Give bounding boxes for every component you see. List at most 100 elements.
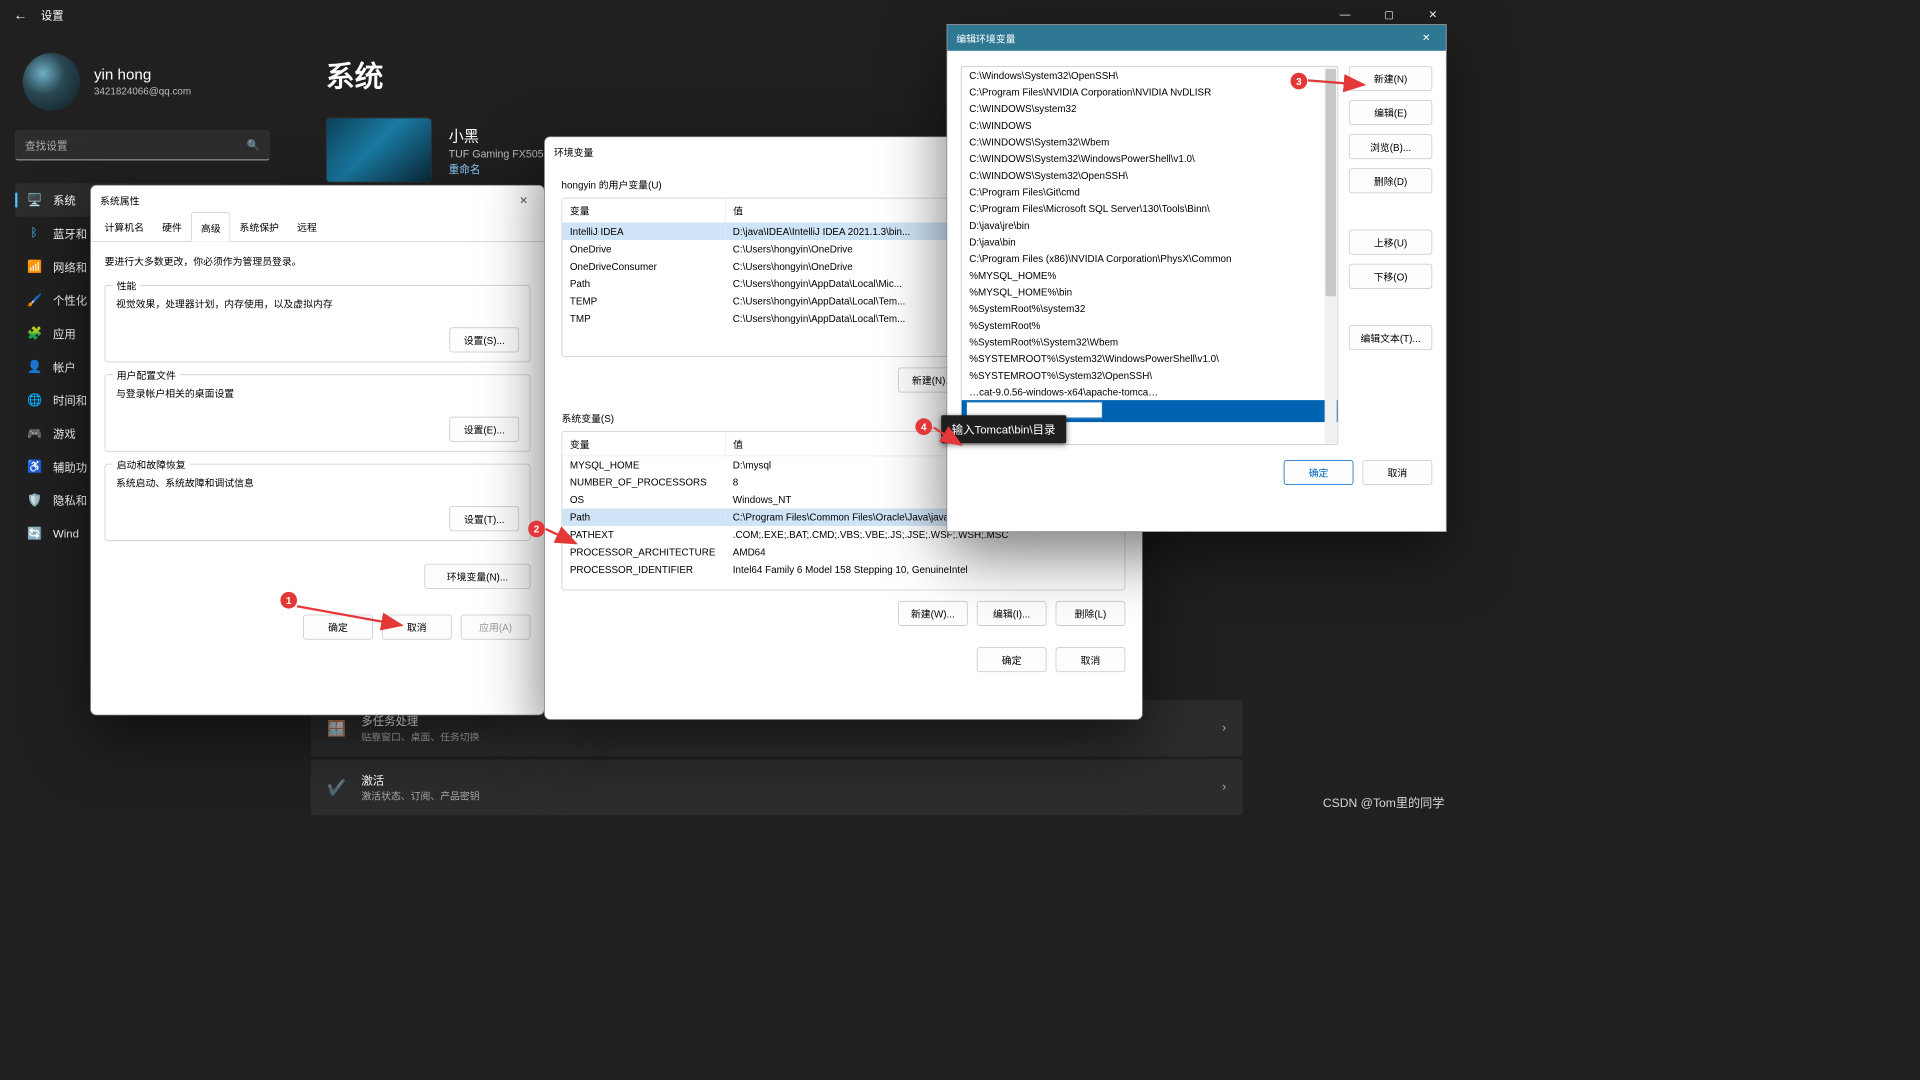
- move-up-button[interactable]: 上移(U): [1349, 230, 1432, 255]
- ok-button[interactable]: 确定: [977, 647, 1047, 672]
- perf-settings-button[interactable]: 设置(S)...: [449, 327, 519, 352]
- delete-button[interactable]: 删除(D): [1349, 168, 1432, 193]
- search-icon: 🔍: [247, 139, 260, 152]
- tab[interactable]: 远程: [288, 212, 326, 241]
- dialog-title-bar[interactable]: 编辑环境变量 ✕: [947, 25, 1446, 51]
- tab[interactable]: 硬件: [153, 212, 191, 241]
- list-item[interactable]: C:\WINDOWS\System32\OpenSSH\: [962, 167, 1338, 184]
- edit-button[interactable]: 编辑(E): [1349, 100, 1432, 125]
- list-item[interactable]: D:\java\bin: [962, 233, 1338, 250]
- list-item[interactable]: C:\Windows\System32\OpenSSH\: [962, 67, 1338, 84]
- titlebar-label: 设置: [41, 7, 64, 23]
- device-model: TUF Gaming FX505: [449, 147, 544, 159]
- close-icon[interactable]: ✕: [1416, 32, 1437, 44]
- list-item[interactable]: C:\Program Files\Git\cmd: [962, 183, 1338, 200]
- annotation-bullet-4: 4: [915, 418, 932, 435]
- nav-icon: 🖥️: [27, 192, 41, 207]
- env-vars-button[interactable]: 环境变量(N)...: [424, 564, 530, 589]
- list-item[interactable]: %MYSQL_HOME%\bin: [962, 283, 1338, 300]
- nav-label: 网络和: [53, 259, 87, 275]
- cancel-button[interactable]: 取消: [1363, 460, 1433, 485]
- nav-label: Wind: [53, 527, 79, 540]
- new-button[interactable]: 新建(N): [1349, 66, 1432, 91]
- list-item[interactable]: %SystemRoot%\System32\Wbem: [962, 333, 1338, 350]
- tab[interactable]: 计算机名: [95, 212, 153, 241]
- list-item[interactable]: …cat-9.0.56-windows-x64\apache-tomca…: [962, 383, 1338, 400]
- path-list[interactable]: C:\Windows\System32\OpenSSH\C:\Program F…: [961, 66, 1338, 445]
- list-item[interactable]: C:\WINDOWS\system32: [962, 100, 1338, 117]
- sys-edit-button[interactable]: 编辑(I)...: [977, 601, 1047, 626]
- cancel-button[interactable]: 取消: [382, 615, 452, 640]
- nav-icon: ♿: [27, 459, 41, 474]
- list-item[interactable]: %SYSTEMROOT%\System32\OpenSSH\: [962, 367, 1338, 384]
- list-item[interactable]: %SystemRoot%: [962, 317, 1338, 334]
- list-item[interactable]: C:\Program Files (x86)\NVIDIA Corporatio…: [962, 250, 1338, 267]
- nav-label: 帐户: [53, 359, 76, 375]
- list-item[interactable]: C:\Program Files\NVIDIA Corporation\NVID…: [962, 83, 1338, 100]
- group-desc: 系统启动、系统故障和调试信息: [116, 475, 519, 489]
- nav-icon: 👤: [27, 359, 41, 374]
- list-item[interactable]: C:\WINDOWS: [962, 117, 1338, 134]
- nav-label: 游戏: [53, 426, 76, 442]
- nav-icon: 🌐: [27, 393, 41, 408]
- nav-icon: 🧩: [27, 326, 41, 341]
- chevron-right-icon: ›: [1222, 721, 1226, 735]
- list-item[interactable]: C:\Program Files\Microsoft SQL Server\13…: [962, 200, 1338, 217]
- sys-new-button[interactable]: 新建(W)...: [898, 601, 968, 626]
- table-row[interactable]: PROCESSOR_IDENTIFIERIntel64 Family 6 Mod…: [562, 561, 1124, 578]
- startup-settings-button[interactable]: 设置(T)...: [449, 506, 519, 531]
- tab[interactable]: 高级: [191, 212, 230, 242]
- col-var[interactable]: 变量: [562, 432, 725, 456]
- table-row[interactable]: PROCESSOR_ARCHITECTUREAMD64: [562, 543, 1124, 560]
- ok-button[interactable]: 确定: [303, 615, 373, 640]
- apply-button[interactable]: 应用(A): [461, 615, 531, 640]
- col-var[interactable]: 变量: [562, 199, 725, 223]
- list-item[interactable]: %SystemRoot%\system32: [962, 300, 1338, 317]
- device-rename-link[interactable]: 重命名: [449, 161, 544, 176]
- list-item[interactable]: C:\WINDOWS\System32\WindowsPowerShell\v1…: [962, 150, 1338, 167]
- dialog-title: 系统属性: [100, 193, 139, 207]
- user-email: 3421824066@qq.com: [94, 86, 191, 97]
- list-item[interactable]: %SYSTEMROOT%\System32\WindowsPowerShell\…: [962, 350, 1338, 367]
- list-item[interactable]: D:\java\jre\bin: [962, 217, 1338, 234]
- scrollbar[interactable]: [1325, 67, 1337, 443]
- chevron-right-icon: ›: [1222, 781, 1226, 795]
- activation-icon: ✔️: [327, 778, 346, 797]
- device-image: [326, 117, 432, 182]
- nav-icon: ᛒ: [27, 227, 41, 241]
- nav-icon: 🛡️: [27, 493, 41, 508]
- nav-label: 应用: [53, 325, 76, 341]
- dialog-title: 编辑环境变量: [956, 31, 1015, 45]
- edit-text-button[interactable]: 编辑文本(T)...: [1349, 325, 1432, 350]
- profile-settings-button[interactable]: 设置(E)...: [449, 417, 519, 442]
- user-card[interactable]: yin hong 3421824066@qq.com: [15, 30, 288, 130]
- group-performance: 性能 视觉效果，处理器计划，内存使用，以及虚拟内存 设置(S)...: [105, 285, 531, 362]
- group-desc: 与登录帐户相关的桌面设置: [116, 386, 519, 400]
- list-item[interactable]: %MYSQL_HOME%: [962, 267, 1338, 284]
- cancel-button[interactable]: 取消: [1056, 647, 1126, 672]
- browse-button[interactable]: 浏览(B)...: [1349, 134, 1432, 159]
- sys-delete-button[interactable]: 删除(L): [1056, 601, 1126, 626]
- search-input[interactable]: 查找设置 🔍: [15, 130, 270, 160]
- nav-icon: 🔄: [27, 526, 41, 541]
- nav-label: 辅助功: [53, 459, 87, 475]
- edit-env-var-dialog: 编辑环境变量 ✕ C:\Windows\System32\OpenSSH\C:\…: [946, 24, 1446, 532]
- row-sub: 贴靠窗口、桌面、任务切换: [361, 729, 479, 743]
- nav-label: 时间和: [53, 392, 87, 408]
- scrollbar-thumb[interactable]: [1325, 69, 1336, 296]
- nav-icon: 🎮: [27, 426, 41, 441]
- back-icon[interactable]: ←: [14, 7, 28, 23]
- group-legend: 用户配置文件: [113, 368, 180, 382]
- row-sub: 激活状态、订阅、产品密钥: [361, 788, 479, 802]
- dialog-title: 环境变量: [554, 145, 593, 159]
- ok-button[interactable]: 确定: [1284, 460, 1354, 485]
- annotation-tooltip-4: 输入Tomcat\bin\目录: [941, 415, 1066, 443]
- close-icon[interactable]: ✕: [512, 194, 535, 207]
- group-startup: 启动和故障恢复 系统启动、系统故障和调试信息 设置(T)...: [105, 464, 531, 541]
- admin-note: 要进行大多数更改，你必须作为管理员登录。: [105, 254, 531, 268]
- settings-row-activation[interactable]: ✔️ 激活 激活状态、订阅、产品密钥 ›: [311, 759, 1243, 815]
- list-item[interactable]: C:\WINDOWS\System32\Wbem: [962, 133, 1338, 150]
- move-down-button[interactable]: 下移(O): [1349, 264, 1432, 289]
- tab[interactable]: 系统保护: [230, 212, 288, 241]
- multitask-icon: 🪟: [327, 719, 346, 738]
